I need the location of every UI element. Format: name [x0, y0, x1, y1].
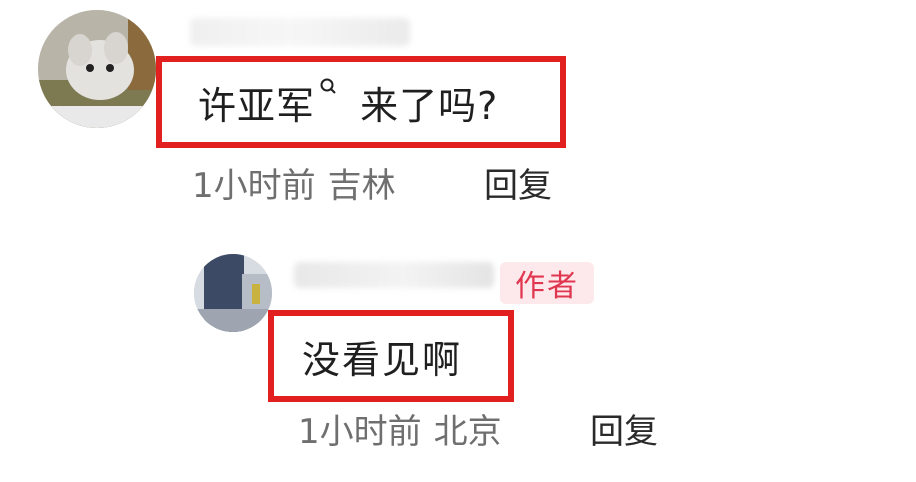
comment-text-suffix: 来了吗?: [347, 83, 499, 128]
commenter-name-blurred[interactable]: [190, 18, 410, 46]
author-avatar[interactable]: [194, 254, 272, 332]
author-badge: 作者: [500, 262, 594, 304]
comment-reply-button[interactable]: 回复: [484, 158, 552, 207]
reply-highlight-box: 没看见啊: [268, 310, 514, 402]
reply-text: 没看见啊: [302, 337, 463, 382]
comment-text: 许亚军 来了吗?: [198, 75, 498, 130]
author-name-blurred[interactable]: [294, 262, 494, 288]
reply-location: 北京: [433, 412, 502, 452]
comment-time: 1小时前: [192, 166, 316, 206]
reply-time: 1小时前: [298, 412, 422, 452]
commenter-avatar[interactable]: [38, 10, 156, 128]
comment-meta: 1小时前 吉林: [192, 158, 396, 207]
mention-text[interactable]: 许亚军: [198, 84, 315, 128]
comment-location: 吉林: [327, 166, 396, 206]
reply-meta: 1小时前 北京: [298, 404, 502, 453]
search-icon[interactable]: [319, 75, 341, 115]
comment-highlight-box: 许亚军 来了吗?: [156, 56, 566, 148]
reply-reply-button[interactable]: 回复: [590, 404, 658, 453]
